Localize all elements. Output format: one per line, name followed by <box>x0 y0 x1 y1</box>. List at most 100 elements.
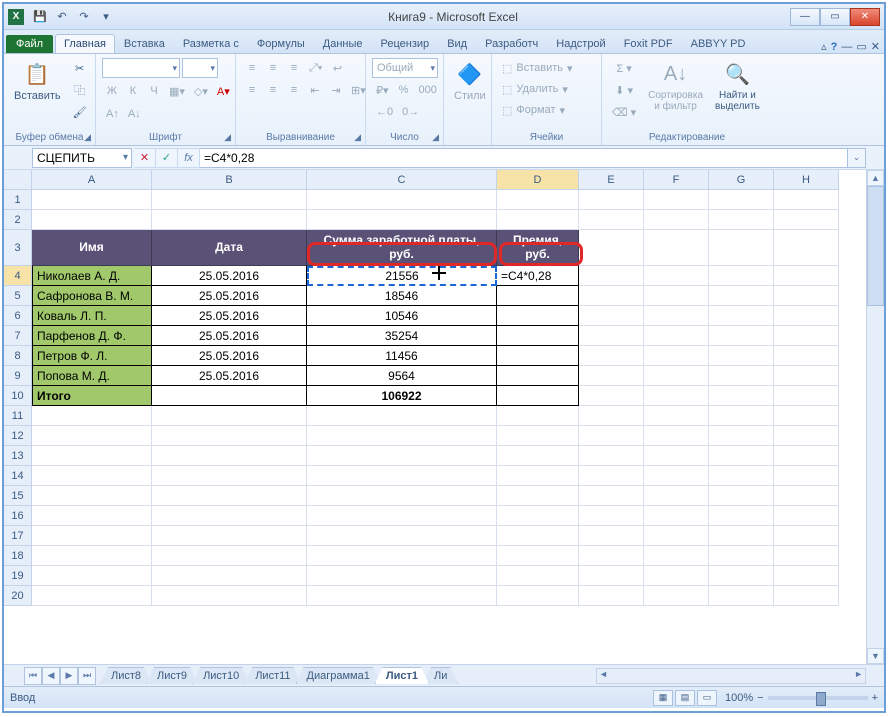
cell[interactable] <box>709 230 774 266</box>
cell[interactable]: Парфенов Д. Ф. <box>32 326 152 346</box>
cell[interactable] <box>307 190 497 210</box>
enter-formula-button[interactable]: ✓ <box>156 148 178 168</box>
cell[interactable]: 25.05.2016 <box>152 266 307 286</box>
border-button[interactable]: ▦▾ <box>165 81 189 101</box>
cell[interactable] <box>497 306 579 326</box>
clipboard-launcher-icon[interactable]: ◢ <box>84 132 91 143</box>
name-box[interactable]: СЦЕПИТЬ <box>32 148 132 168</box>
cell[interactable] <box>152 406 307 426</box>
cell[interactable] <box>709 446 774 466</box>
cell[interactable] <box>152 190 307 210</box>
cell[interactable]: Итого <box>32 386 152 406</box>
decrease-font-button[interactable]: A↓ <box>124 104 145 124</box>
maximize-button[interactable]: ▭ <box>820 8 850 26</box>
align-center-button[interactable]: ≡ <box>263 80 283 100</box>
cell[interactable] <box>497 546 579 566</box>
cell[interactable] <box>774 346 839 366</box>
cell[interactable] <box>497 346 579 366</box>
cell[interactable] <box>644 426 709 446</box>
cell[interactable] <box>709 426 774 446</box>
cell[interactable] <box>644 190 709 210</box>
cell[interactable] <box>497 406 579 426</box>
cancel-formula-button[interactable]: ✕ <box>134 148 156 168</box>
cell[interactable] <box>307 426 497 446</box>
cell[interactable]: 25.05.2016 <box>152 286 307 306</box>
view-page-layout-button[interactable]: ▤ <box>675 690 695 706</box>
cell[interactable] <box>497 466 579 486</box>
minimize-button[interactable]: — <box>790 8 820 26</box>
cell[interactable] <box>709 326 774 346</box>
cell[interactable] <box>644 486 709 506</box>
col-header-a[interactable]: A <box>32 170 152 190</box>
decrease-indent-button[interactable]: ⇤ <box>305 80 325 100</box>
zoom-out-button[interactable]: − <box>757 692 763 704</box>
align-right-button[interactable]: ≡ <box>284 80 304 100</box>
cell[interactable] <box>579 266 644 286</box>
sheet-nav-next-icon[interactable]: ▶ <box>60 667 78 685</box>
cell[interactable] <box>307 566 497 586</box>
cell[interactable] <box>709 466 774 486</box>
cell[interactable]: =C4*0,28 <box>497 266 579 286</box>
cell[interactable] <box>774 366 839 386</box>
cell[interactable] <box>644 466 709 486</box>
cell[interactable] <box>709 506 774 526</box>
underline-button[interactable]: Ч <box>144 81 164 101</box>
cell[interactable] <box>644 346 709 366</box>
cell[interactable] <box>152 486 307 506</box>
delete-cells-button[interactable]: ⬚ Удалить ▾ <box>498 79 595 99</box>
cell[interactable] <box>579 286 644 306</box>
row-header[interactable]: 4 <box>4 266 32 286</box>
cell[interactable]: 21556 <box>307 266 497 286</box>
cell[interactable] <box>497 526 579 546</box>
cell[interactable] <box>579 366 644 386</box>
cell[interactable] <box>497 586 579 606</box>
row-header[interactable]: 3 <box>4 230 32 266</box>
cell[interactable] <box>774 546 839 566</box>
sheet-tab[interactable]: Лист8 <box>100 667 152 684</box>
cell[interactable]: Николаев А. Д. <box>32 266 152 286</box>
row-header[interactable]: 19 <box>4 566 32 586</box>
sheet-tab[interactable]: Диаграмма1 <box>296 667 381 684</box>
sheet-tab[interactable]: Лист11 <box>244 667 301 684</box>
cell[interactable]: Сафронова В. М. <box>32 286 152 306</box>
number-format-combo[interactable]: Общий <box>372 58 438 78</box>
cell[interactable]: Попова М. Д. <box>32 366 152 386</box>
row-header[interactable]: 20 <box>4 586 32 606</box>
col-header-g[interactable]: G <box>709 170 774 190</box>
view-page-break-button[interactable]: ▭ <box>697 690 717 706</box>
cell[interactable] <box>709 266 774 286</box>
cell[interactable] <box>709 566 774 586</box>
cell[interactable] <box>774 446 839 466</box>
horizontal-scrollbar[interactable] <box>596 668 866 684</box>
sheet-tab[interactable]: Лист10 <box>192 667 250 684</box>
clear-button[interactable]: ⌫ ▾ <box>608 102 640 122</box>
cell[interactable] <box>644 566 709 586</box>
cell[interactable] <box>152 386 307 406</box>
cell[interactable]: Петров Ф. Л. <box>32 346 152 366</box>
row-header[interactable]: 13 <box>4 446 32 466</box>
cell[interactable] <box>307 546 497 566</box>
font-size-combo[interactable] <box>182 58 218 78</box>
cell[interactable] <box>644 586 709 606</box>
cell[interactable] <box>579 346 644 366</box>
cell[interactable] <box>152 446 307 466</box>
file-tab[interactable]: Файл <box>6 35 53 53</box>
view-normal-button[interactable]: ▦ <box>653 690 673 706</box>
cell[interactable] <box>774 266 839 286</box>
cell[interactable] <box>579 446 644 466</box>
cell[interactable] <box>579 466 644 486</box>
cell[interactable]: Премия, руб. <box>497 230 579 266</box>
tab-addins[interactable]: Надстрой <box>547 34 614 53</box>
cell[interactable] <box>152 586 307 606</box>
scroll-thumb[interactable] <box>867 186 884 306</box>
cell[interactable]: 35254 <box>307 326 497 346</box>
cell[interactable]: 10546 <box>307 306 497 326</box>
cell[interactable] <box>307 506 497 526</box>
tab-home[interactable]: Главная <box>55 34 115 53</box>
row-header[interactable]: 12 <box>4 426 32 446</box>
cell[interactable] <box>774 386 839 406</box>
cell[interactable] <box>709 526 774 546</box>
cell[interactable]: 25.05.2016 <box>152 306 307 326</box>
cell[interactable] <box>497 506 579 526</box>
cell[interactable] <box>774 486 839 506</box>
